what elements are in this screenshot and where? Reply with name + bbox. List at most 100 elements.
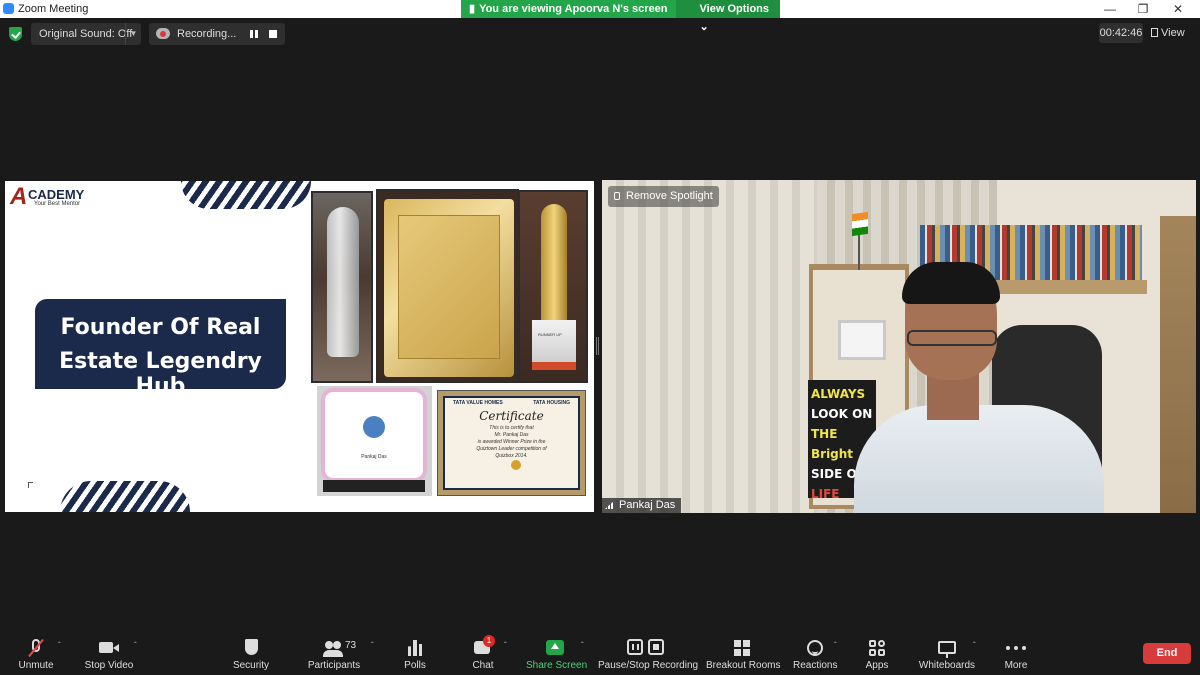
pause-stop-recording-button[interactable]: Pause/Stop Recording <box>598 632 699 675</box>
chevron-up-icon[interactable]: ˆ <box>834 641 837 650</box>
chat-badge: 1 <box>483 635 495 647</box>
whiteboards-button[interactable]: Whiteboards <box>918 632 976 675</box>
participants-icon: 73 <box>323 638 356 658</box>
india-flag-icon <box>852 211 868 237</box>
signal-bars-icon <box>605 500 615 509</box>
chevron-up-icon[interactable]: ˆ <box>371 641 374 650</box>
zoom-app-icon <box>3 3 14 14</box>
pause-recording-button[interactable] <box>250 30 258 38</box>
window-title: Zoom Meeting <box>18 3 89 15</box>
plaque-award-photo: Pankaj Das <box>317 386 432 496</box>
chat-bubble-icon: 1 <box>472 635 495 658</box>
trophy-cup <box>541 204 567 324</box>
chevron-up-icon[interactable]: ˆ <box>504 641 507 650</box>
decorative-stripes <box>181 181 311 209</box>
curtain <box>602 180 817 513</box>
polls-icon <box>404 638 426 658</box>
share-screen-icon <box>544 638 566 658</box>
poster-line: ALWAYS <box>811 387 866 401</box>
certificate-line: Mr. Pankaj Das <box>494 432 529 438</box>
plaque-name: Pankaj Das <box>361 454 387 460</box>
apps-button[interactable]: Apps <box>862 632 892 675</box>
poster-line: LOOK ON <box>811 407 873 421</box>
security-button[interactable]: Security <box>230 632 272 675</box>
unmute-button[interactable]: Unmute <box>14 632 58 675</box>
close-icon[interactable]: ✕ <box>1160 0 1196 18</box>
share-screen-button[interactable]: Share Screen <box>526 632 588 675</box>
decorative-stripes <box>60 481 190 512</box>
glasses <box>907 330 997 346</box>
chevron-up-icon[interactable]: ˆ <box>58 641 61 650</box>
chevron-up-icon[interactable]: ˆ <box>973 641 976 650</box>
reactions-label: Reactions <box>793 660 838 671</box>
cursor-icon <box>28 482 33 488</box>
chat-button[interactable]: 1 Chat <box>470 632 496 675</box>
headline-line-1: Founder Of Real <box>60 315 261 340</box>
apps-icon <box>866 638 888 658</box>
photo-frame <box>838 320 886 360</box>
restore-icon[interactable]: ❐ <box>1125 0 1161 18</box>
meeting-toolbar: Unmute ˆ Stop Video ˆ Security 73 Partic… <box>0 632 1200 675</box>
plaque-stand <box>323 480 425 492</box>
participant-name: Pankaj Das <box>619 499 676 511</box>
academy-logo: A CADEMY Your Best Mentor <box>10 185 100 209</box>
stop-recording-button[interactable] <box>269 30 277 38</box>
chevron-up-icon[interactable]: ˆ <box>134 641 137 650</box>
whiteboards-label: Whiteboards <box>918 660 976 671</box>
breakout-rooms-button[interactable]: Breakout Rooms <box>706 632 780 675</box>
participants-button[interactable]: 73 Participants <box>305 632 363 675</box>
stop-video-button[interactable]: Stop Video <box>82 632 136 675</box>
pause-stop-recording-label: Pause/Stop Recording <box>598 660 699 671</box>
encryption-shield-icon[interactable] <box>9 27 22 41</box>
polls-button[interactable]: Polls <box>400 632 430 675</box>
participants-count: 73 <box>345 640 357 651</box>
certificate-seal <box>511 460 521 470</box>
more-button[interactable]: More <box>1002 632 1030 675</box>
remove-spotlight-button[interactable]: Remove Spotlight <box>608 186 719 207</box>
pause-stop-recording-icon <box>627 638 664 658</box>
more-dots-icon <box>1005 638 1027 658</box>
trophy-text: RUNNER UP <box>538 332 562 337</box>
polls-label: Polls <box>404 660 426 671</box>
original-sound-button[interactable]: Original Sound: Off ▼ <box>31 23 141 45</box>
view-options-button[interactable]: View Options ⌄ <box>675 0 780 33</box>
participant-name-tag: Pankaj Das <box>602 498 682 513</box>
headline-line-2: Estate Legendry Hub <box>59 349 262 399</box>
shared-screen: A CADEMY Your Best Mentor Founder Of Rea… <box>5 181 594 512</box>
certificate-brand-right: TATA HOUSING <box>533 400 570 406</box>
logo-mark: A <box>10 183 28 210</box>
gold-frame-award-photo <box>376 189 519 383</box>
microphone-muted-icon <box>25 638 47 658</box>
certificate-header: TATA VALUE HOMES TATA HOUSING <box>445 400 578 406</box>
certificate: TATA VALUE HOMES TATA HOUSING Certificat… <box>443 396 580 490</box>
more-label: More <box>1004 660 1028 671</box>
end-meeting-button[interactable]: End <box>1143 643 1191 664</box>
chevron-down-icon[interactable]: ▼ <box>125 23 141 45</box>
view-options-label: View Options <box>699 3 770 15</box>
person-body <box>854 405 1104 513</box>
certificate-line: is awarded Winner Prize in the <box>477 439 546 445</box>
side-shelf <box>1160 216 1196 513</box>
viewing-text: You are viewing Apoorva N's screen <box>479 3 668 15</box>
original-sound-label: Original Sound: Off <box>39 28 133 40</box>
frame-inner <box>398 215 500 359</box>
chevron-up-icon[interactable]: ˆ <box>581 641 584 650</box>
crystal-trophy-photo <box>311 191 373 383</box>
minimize-icon[interactable]: — <box>1092 0 1128 18</box>
reactions-button[interactable]: Reactions <box>793 632 837 675</box>
logo-name: CADEMY <box>28 187 85 202</box>
apps-label: Apps <box>865 660 889 671</box>
participant-video[interactable]: ALWAYS LOOK ON THE Bright SIDE OF LIFE R… <box>602 180 1196 513</box>
certificate-line: This is to certify that <box>489 425 534 431</box>
speaker-icon: ▮ <box>469 3 476 15</box>
certificate-photo: TATA VALUE HOMES TATA HOUSING Certificat… <box>437 390 586 496</box>
share-screen-label: Share Screen <box>526 660 588 671</box>
certificate-line: Quizbox 2014. <box>495 453 528 459</box>
unmute-label: Unmute <box>18 660 54 671</box>
view-button[interactable]: View <box>1151 23 1193 43</box>
plaque: Pankaj Das <box>325 392 423 478</box>
split-view-handle[interactable] <box>596 337 599 355</box>
smiley-icon <box>804 638 826 658</box>
meeting-timer: 00:42:46 <box>1099 23 1143 43</box>
whiteboard-icon <box>936 638 958 658</box>
